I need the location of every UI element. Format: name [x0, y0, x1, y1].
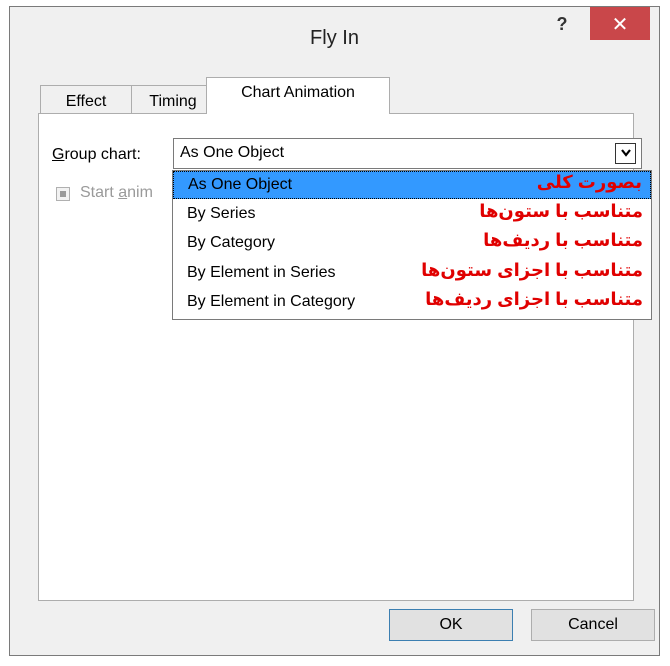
option-label: By Element in Series [187, 264, 336, 281]
option-by-element-in-category[interactable]: By Element in Category متناسب با اجزای ر… [173, 289, 651, 317]
cancel-button[interactable]: Cancel [531, 609, 655, 641]
option-by-category[interactable]: By Category متناسب با ردیف‌ها [173, 230, 651, 258]
fly-in-dialog: Fly In ? ✕ Effect Timing Chart Animation… [9, 6, 660, 656]
start-animation-checkbox[interactable] [56, 187, 70, 201]
title-bar: Fly In ? ✕ [10, 7, 659, 83]
option-annotation: متناسب با اجزای ردیف‌ها [425, 289, 643, 309]
start-animation-label-rest: nim [127, 184, 153, 201]
start-animation-accel: a [118, 184, 128, 201]
option-as-one-object[interactable]: As One Object بصورت کلی [173, 171, 651, 199]
help-button[interactable]: ? [549, 11, 575, 37]
group-chart-dropdown-list: As One Object بصورت کلی By Series متناسب… [172, 170, 652, 320]
start-animation-label: Start anim [80, 184, 153, 202]
option-label: By Series [187, 205, 256, 222]
group-chart-label: Group chart: [52, 146, 141, 164]
option-annotation: متناسب با ستون‌ها [479, 201, 643, 221]
option-annotation: بصورت کلی [536, 172, 642, 192]
chevron-down-icon[interactable] [615, 143, 636, 164]
tab-chart-animation[interactable]: Chart Animation [206, 77, 390, 114]
option-annotation: متناسب با اجزای ستون‌ها [421, 260, 643, 280]
group-chart-accel: G [52, 146, 65, 163]
option-by-series[interactable]: By Series متناسب با ستون‌ها [173, 201, 651, 229]
group-chart-label-text: roup chart: [64, 146, 141, 163]
option-label: As One Object [188, 176, 293, 193]
group-chart-value: As One Object [180, 144, 285, 161]
close-icon[interactable]: ✕ [590, 12, 650, 37]
option-label: By Category [187, 234, 276, 251]
group-chart-select[interactable]: As One Object [173, 138, 642, 169]
option-annotation: متناسب با ردیف‌ها [483, 230, 643, 250]
start-animation-label-start: Start [80, 184, 119, 201]
ok-button[interactable]: OK [389, 609, 513, 641]
option-label: By Element in Category [187, 293, 356, 310]
option-by-element-in-series[interactable]: By Element in Series متناسب با اجزای ستو… [173, 260, 651, 288]
close-button[interactable]: ✕ [590, 7, 650, 40]
